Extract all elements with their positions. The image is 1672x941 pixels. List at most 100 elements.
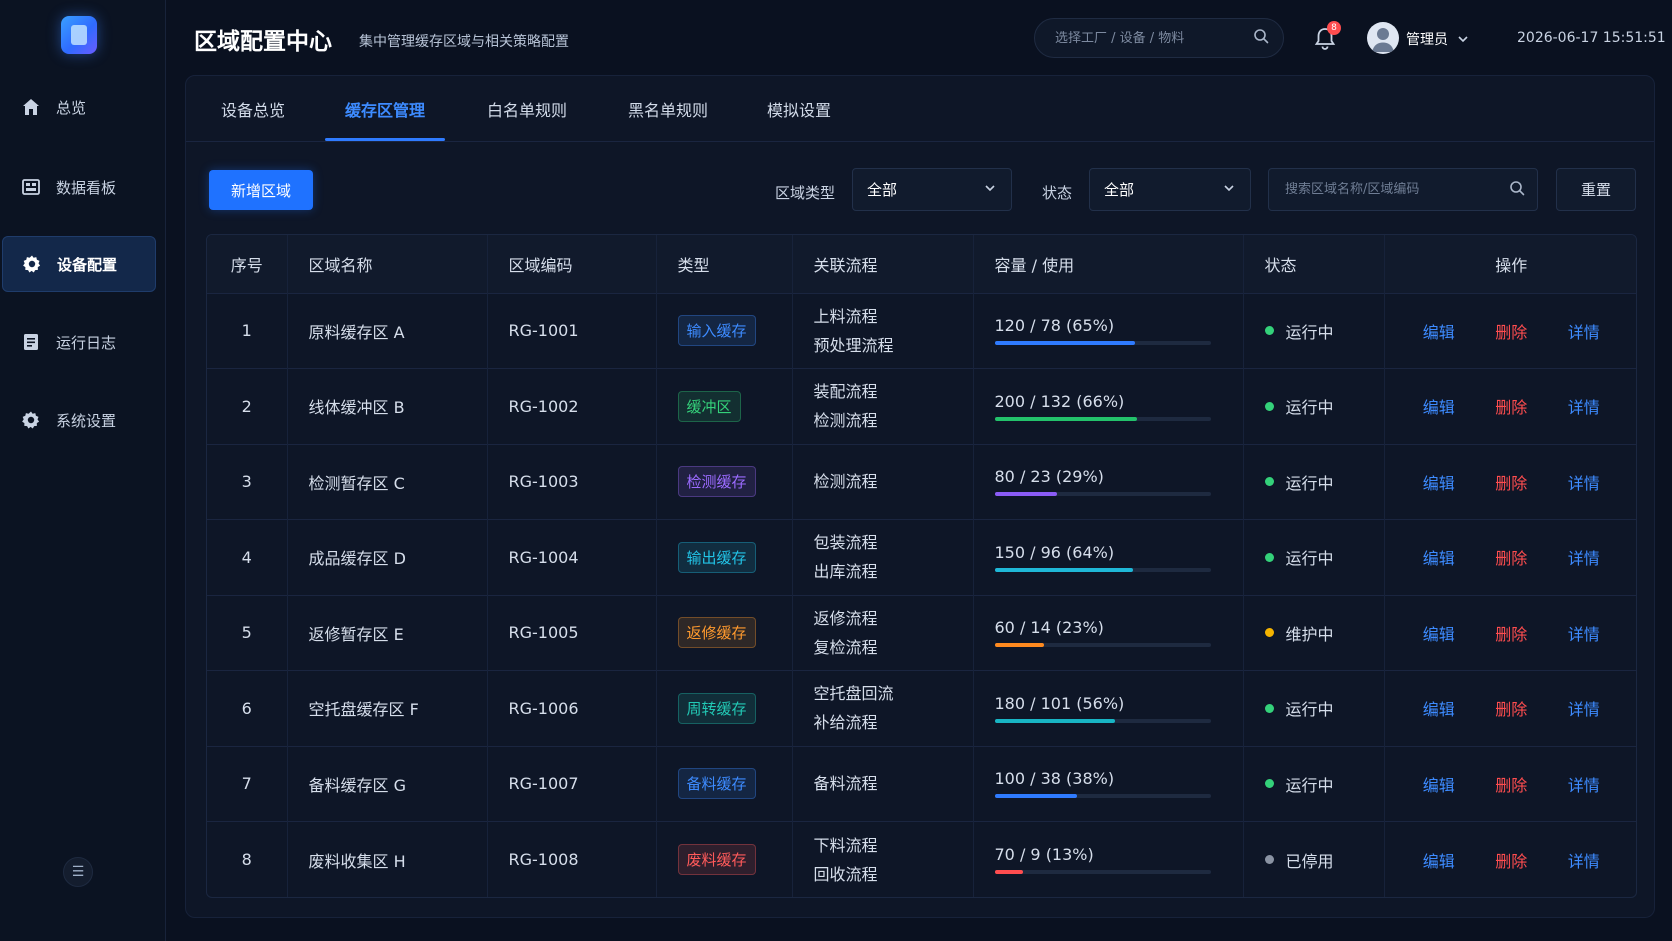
sidebar-item-dashboard[interactable]: 数据看板 bbox=[2, 159, 156, 215]
global-search[interactable] bbox=[1034, 18, 1284, 58]
add-region-button[interactable]: 新增区域 bbox=[209, 170, 313, 210]
global-search-input[interactable] bbox=[1055, 30, 1253, 46]
row-actions: 编辑 删除 详情 bbox=[1385, 394, 1637, 418]
table-search-input[interactable] bbox=[1285, 182, 1509, 197]
tab-blacklist-rules[interactable]: 黑名单规则 bbox=[628, 76, 708, 142]
status-select[interactable]: 全部 bbox=[1089, 168, 1251, 211]
flow-name: 回收流程 bbox=[813, 864, 878, 884]
document-icon bbox=[20, 331, 42, 353]
usage-bar bbox=[994, 794, 1211, 799]
user-name[interactable]: 管理员 bbox=[1406, 29, 1448, 49]
table-search[interactable] bbox=[1268, 168, 1538, 211]
page-title: 区域配置中心 bbox=[194, 29, 332, 55]
reset-button[interactable]: 重置 bbox=[1556, 168, 1636, 211]
type-tag: 废料缓存 bbox=[677, 844, 756, 875]
usage-bar bbox=[994, 870, 1211, 874]
menu-icon[interactable]: ☰ bbox=[63, 857, 93, 887]
gear-icon bbox=[20, 409, 42, 431]
column-header: 序号 bbox=[207, 235, 288, 293]
capacity-usage: 60 / 14 (23%) bbox=[994, 618, 1104, 638]
flow-name: 检测流程 bbox=[813, 472, 878, 492]
edit-link[interactable]: 编辑 bbox=[1423, 470, 1455, 494]
usage-bar bbox=[994, 643, 1211, 648]
flow-list: 备料流程 bbox=[792, 746, 974, 822]
avatar[interactable] bbox=[1367, 22, 1399, 54]
capacity-usage: 120 / 78 (65%) bbox=[994, 316, 1115, 336]
sidebar-item-device-config[interactable]: 设备配置 bbox=[2, 236, 156, 292]
flow-list: 包装流程 出库流程 bbox=[792, 519, 974, 595]
detail-link[interactable]: 详情 bbox=[1568, 470, 1600, 494]
status-dot-icon bbox=[1264, 477, 1274, 487]
table-row: 5 返修暂存区 E RG-1005 返修缓存 返修流程 复检流程 60 / 14 … bbox=[207, 595, 1637, 671]
status-dot-icon bbox=[1264, 628, 1274, 638]
delete-link[interactable]: 删除 bbox=[1495, 696, 1527, 720]
edit-link[interactable]: 编辑 bbox=[1423, 848, 1455, 872]
delete-link[interactable]: 删除 bbox=[1495, 394, 1527, 418]
detail-link[interactable]: 详情 bbox=[1568, 545, 1600, 569]
status-cell: 运行中 bbox=[1264, 545, 1384, 569]
tab-whitelist-rules[interactable]: 白名单规则 bbox=[487, 76, 567, 142]
delete-link[interactable]: 删除 bbox=[1495, 621, 1527, 645]
detail-link[interactable]: 详情 bbox=[1568, 772, 1600, 796]
region-code: RG-1004 bbox=[487, 519, 657, 595]
table-body: 1 原料缓存区 A RG-1001 输入缓存 上料流程 预处理流程 120 / 7… bbox=[207, 293, 1637, 897]
delete-link[interactable]: 删除 bbox=[1495, 848, 1527, 872]
delete-link[interactable]: 删除 bbox=[1495, 772, 1527, 796]
flow-name: 备料流程 bbox=[813, 774, 878, 794]
sidebar-item-label: 数据看板 bbox=[56, 178, 117, 197]
row-index: 8 bbox=[207, 821, 288, 897]
detail-link[interactable]: 详情 bbox=[1568, 696, 1600, 720]
table-row: 6 空托盘缓存区 F RG-1006 周转缓存 空托盘回流 补给流程 180 / … bbox=[207, 670, 1636, 746]
detail-link[interactable]: 详情 bbox=[1568, 319, 1600, 343]
region-code: RG-1008 bbox=[487, 821, 657, 897]
app-logo[interactable] bbox=[61, 16, 97, 54]
sidebar-item-label: 总览 bbox=[56, 98, 87, 117]
sidebar-item-system-settings[interactable]: 系统设置 bbox=[2, 392, 156, 448]
row-actions: 编辑 删除 详情 bbox=[1385, 621, 1637, 645]
search-icon[interactable] bbox=[1509, 180, 1525, 200]
region-type-label: 区域类型 bbox=[775, 184, 836, 202]
flow-name: 空托盘回流 bbox=[813, 684, 894, 704]
detail-link[interactable]: 详情 bbox=[1568, 621, 1600, 645]
usage-bar-fill bbox=[994, 567, 1133, 572]
detail-link[interactable]: 详情 bbox=[1568, 848, 1600, 872]
table-row: 3 检测暂存区 C RG-1003 检测缓存 检测流程 80 / 23 (29%… bbox=[207, 444, 1636, 520]
column-header: 状态 bbox=[1243, 235, 1385, 293]
chevron-down-icon[interactable] bbox=[1456, 31, 1470, 45]
usage-bar-fill bbox=[994, 492, 1058, 497]
edit-link[interactable]: 编辑 bbox=[1423, 621, 1455, 645]
flow-list: 空托盘回流 补给流程 bbox=[792, 670, 974, 746]
edit-link[interactable]: 编辑 bbox=[1423, 319, 1455, 343]
usage-bar bbox=[994, 718, 1211, 723]
tab-simulation-settings[interactable]: 模拟设置 bbox=[767, 76, 831, 142]
delete-link[interactable]: 删除 bbox=[1495, 470, 1527, 494]
edit-link[interactable]: 编辑 bbox=[1423, 394, 1455, 418]
edit-link[interactable]: 编辑 bbox=[1423, 772, 1455, 796]
tab-cache-area-management[interactable]: 缓存区管理 bbox=[324, 76, 446, 142]
status-cell: 运行中 bbox=[1264, 470, 1384, 494]
delete-link[interactable]: 删除 bbox=[1495, 319, 1527, 343]
usage-bar-fill bbox=[994, 643, 1045, 648]
usage-bar bbox=[994, 567, 1211, 572]
tab-device-overview[interactable]: 设备总览 bbox=[221, 76, 285, 142]
region-code: RG-1001 bbox=[487, 293, 657, 369]
edit-link[interactable]: 编辑 bbox=[1423, 696, 1455, 720]
region-type-select[interactable]: 全部 bbox=[852, 168, 1012, 211]
delete-link[interactable]: 删除 bbox=[1495, 545, 1527, 569]
edit-link[interactable]: 编辑 bbox=[1423, 545, 1455, 569]
sidebar-item-run-log[interactable]: 运行日志 bbox=[2, 314, 156, 370]
detail-link[interactable]: 详情 bbox=[1568, 394, 1600, 418]
status-text: 运行中 bbox=[1285, 398, 1334, 418]
type-tag: 返修缓存 bbox=[677, 617, 756, 649]
status-dot-icon bbox=[1264, 401, 1274, 411]
sidebar-item-overview[interactable]: 总览 bbox=[2, 79, 156, 135]
chevron-down-icon bbox=[983, 181, 997, 199]
notification-badge: 8 bbox=[1327, 21, 1341, 35]
column-header: 操作 bbox=[1495, 255, 1528, 275]
row-index: 1 bbox=[207, 293, 288, 369]
capacity-usage: 100 / 38 (38%) bbox=[994, 769, 1115, 789]
search-icon[interactable] bbox=[1253, 28, 1269, 48]
region-name: 线体缓冲区 B bbox=[287, 368, 488, 444]
usage-bar-fill bbox=[994, 416, 1138, 421]
region-type-value: 全部 bbox=[867, 181, 898, 199]
